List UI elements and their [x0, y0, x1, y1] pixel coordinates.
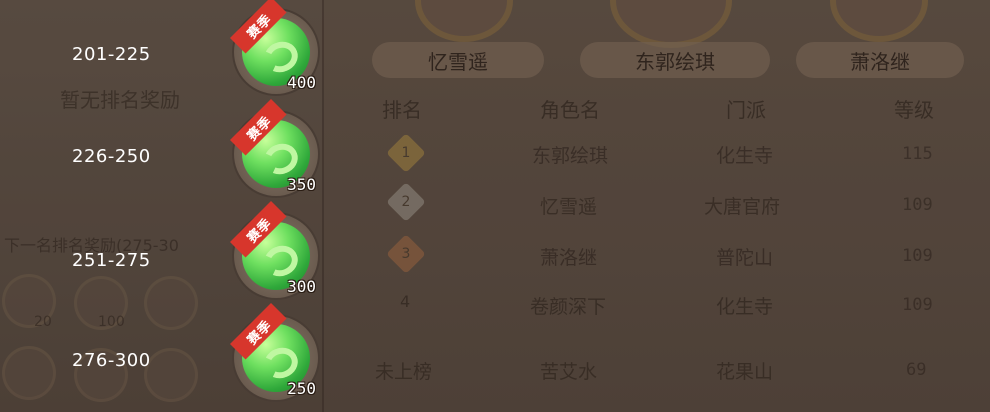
role-name-cell: 卷颜深下 [530, 296, 607, 318]
header-school: 门派 [726, 98, 766, 122]
role-name-cell: 萧洛继 [540, 247, 598, 269]
season-jade-item[interactable]: 赛季 300 [230, 200, 320, 300]
name-plate-2: 东郭绘琪 [580, 42, 770, 78]
season-jade-item[interactable]: 赛季 400 [230, 0, 320, 96]
rank-medal-gold: 1 [386, 133, 426, 173]
level-cell: 109 [902, 246, 933, 266]
header-level: 等级 [894, 98, 934, 122]
rank-range-label: 226-250 [72, 146, 151, 167]
role-name-cell: 东郭绘琪 [532, 145, 609, 167]
role-name-cell: 忆雪遥 [540, 196, 598, 218]
reward-tier-row[interactable]: 276-300 赛季 250 [0, 302, 322, 408]
level-cell: 109 [902, 195, 933, 215]
rank-medal-silver: 2 [386, 182, 426, 222]
rank-cell: 4 [400, 292, 411, 311]
reward-tier-row[interactable]: 201-225 赛季 400 [0, 0, 322, 102]
name-plate-3: 萧洛继 [796, 42, 964, 78]
level-cell: 109 [902, 295, 933, 315]
item-quantity: 400 [287, 73, 316, 92]
header-rank: 排名 [382, 98, 422, 122]
rank-range-label: 201-225 [72, 44, 151, 65]
school-cell: 花果山 [716, 361, 774, 383]
item-quantity: 250 [287, 379, 316, 398]
season-jade-item[interactable]: 赛季 250 [230, 302, 320, 402]
rank-cell: 未上榜 [375, 361, 433, 383]
reward-tier-row[interactable]: 226-250 赛季 350 [0, 98, 322, 204]
rank-range-label: 251-275 [72, 250, 151, 271]
role-name-cell: 苦艾水 [540, 361, 598, 383]
rank-medal-bronze: 3 [386, 234, 426, 274]
item-quantity: 350 [287, 175, 316, 194]
school-cell: 普陀山 [716, 247, 774, 269]
school-cell: 大唐官府 [704, 196, 781, 218]
school-cell: 化生寺 [716, 145, 774, 167]
school-cell: 化生寺 [716, 296, 774, 318]
header-name: 角色名 [540, 98, 600, 122]
reward-tier-row[interactable]: 251-275 赛季 300 [0, 200, 322, 306]
level-cell: 115 [902, 144, 933, 164]
level-cell: 69 [906, 360, 927, 380]
name-plate-1: 忆雪遥 [372, 42, 544, 78]
panel-divider [322, 0, 324, 412]
rank-range-label: 276-300 [72, 350, 151, 371]
season-jade-item[interactable]: 赛季 350 [230, 98, 320, 198]
item-quantity: 300 [287, 277, 316, 296]
